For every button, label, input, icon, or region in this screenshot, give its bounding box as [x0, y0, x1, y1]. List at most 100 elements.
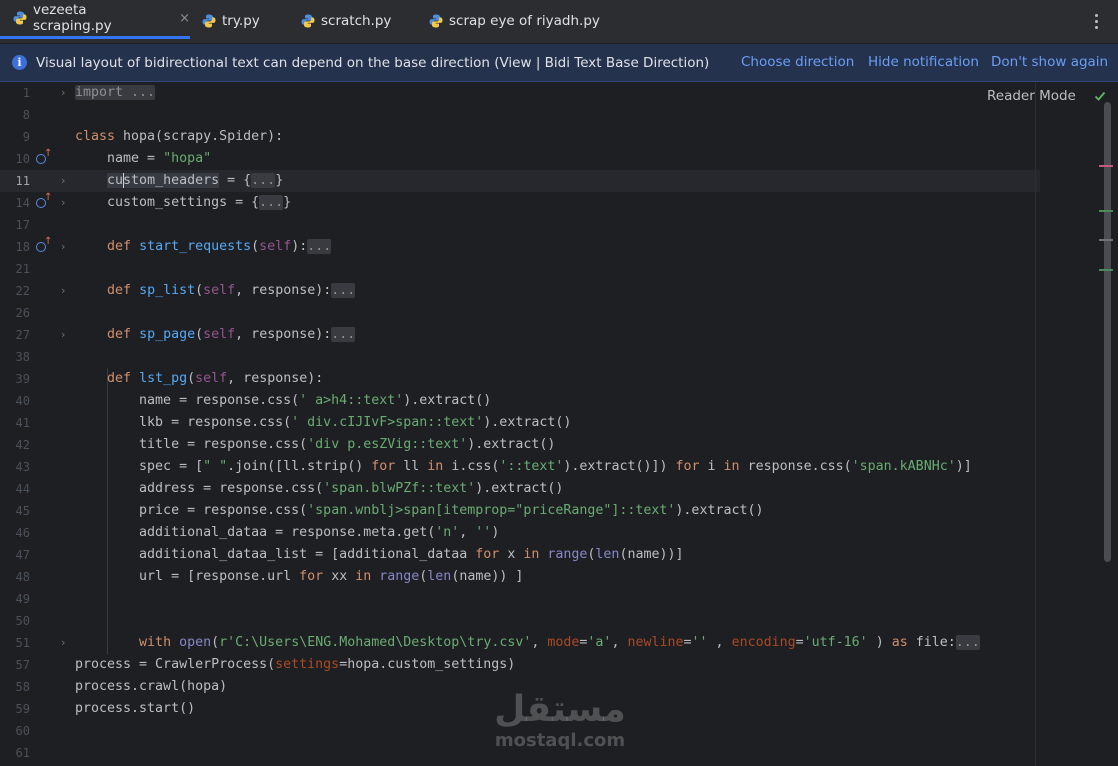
- line-number: 44: [15, 482, 30, 496]
- code-line: name = "hopa": [75, 151, 212, 166]
- folded-block[interactable]: ...: [955, 635, 980, 650]
- error-stripe-mark[interactable]: [1099, 239, 1113, 241]
- code-line: additional_dataa_list = [additional_data…: [75, 547, 684, 562]
- override-method-icon[interactable]: ↑: [35, 192, 52, 214]
- line-number: 51: [15, 636, 30, 650]
- code-line: def sp_page(self, response):...: [107, 327, 356, 342]
- code-editor[interactable]: 1 8 9 10 11 14 17 18 21 22 26 27 38 39 4…: [0, 82, 1118, 766]
- line-number: 43: [15, 460, 30, 474]
- line-number: 22: [15, 284, 30, 298]
- folded-block[interactable]: ...: [251, 173, 276, 188]
- line-number: 38: [15, 350, 30, 364]
- code-line: custom_settings = {...}: [75, 195, 292, 210]
- notification-message: Visual layout of bidirectional text can …: [36, 54, 710, 71]
- line-number: 49: [15, 592, 30, 606]
- folded-block[interactable]: ...: [331, 327, 356, 342]
- line-number: 48: [15, 570, 30, 584]
- line-number: 26: [15, 306, 30, 320]
- line-number: 46: [15, 526, 30, 540]
- code-line: import ...: [75, 82, 156, 104]
- python-file-icon: [429, 14, 443, 28]
- editor-tab-bar: vezeeta scraping.py × try.py scratch.py …: [0, 0, 1118, 44]
- fold-chevron-icon[interactable]: ›: [61, 280, 69, 302]
- code-line: process.crawl(hopa): [75, 679, 228, 694]
- line-number: 39: [15, 372, 30, 386]
- tab-label: scrap eye of riyadh.py: [449, 13, 600, 29]
- line-number: 27: [15, 328, 30, 342]
- code-line: class hopa(scrapy.Spider):: [75, 129, 284, 144]
- tab-try[interactable]: try.py: [202, 0, 260, 42]
- python-file-icon: [13, 11, 27, 25]
- no-problems-check-icon[interactable]: [1094, 90, 1106, 102]
- error-stripe-mark[interactable]: [1099, 210, 1113, 212]
- code-line: def sp_list(self, response):...: [107, 283, 356, 298]
- line-number: 21: [15, 262, 30, 276]
- folded-block[interactable]: ...: [307, 239, 332, 254]
- vertical-scrollbar[interactable]: [1104, 102, 1111, 562]
- line-number: 50: [15, 614, 30, 628]
- line-number: 59: [15, 702, 30, 716]
- line-number: 8: [22, 108, 30, 122]
- code-line: additional_dataa = response.meta.get('n'…: [75, 525, 500, 540]
- override-method-icon[interactable]: ↑: [35, 236, 52, 258]
- line-number: 57: [15, 658, 30, 672]
- folded-block[interactable]: ...: [259, 195, 284, 210]
- code-line: process = CrawlerProcess(settings=hopa.c…: [75, 657, 516, 672]
- fold-chevron-icon[interactable]: ›: [61, 170, 69, 192]
- code-line: process.start(): [75, 701, 196, 716]
- line-number: 41: [15, 416, 30, 430]
- line-number-gutter: 1 8 9 10 11 14 17 18 21 22 26 27 38 39 4…: [0, 82, 72, 766]
- line-number: 9: [22, 130, 30, 144]
- line-number: 40: [15, 394, 30, 408]
- tab-vezeeta-scraping[interactable]: vezeeta scraping.py ×: [0, 0, 190, 39]
- code-line: url = [response.url for xx in range(len(…: [75, 569, 524, 584]
- identifier-highlight: custom_headers: [107, 172, 220, 188]
- code-line: def lst_pg(self, response):: [107, 371, 324, 386]
- tab-label: try.py: [222, 13, 260, 29]
- tab-scratch[interactable]: scratch.py: [301, 0, 391, 42]
- right-margin-guide: [1035, 82, 1036, 766]
- line-number: 58: [15, 680, 30, 694]
- info-icon: i: [12, 55, 27, 70]
- reader-mode-toggle[interactable]: Reader Mode: [987, 88, 1076, 104]
- bidi-notification-banner: i Visual layout of bidirectional text ca…: [0, 44, 1118, 82]
- code-line: custom_headers = {...}: [107, 172, 284, 188]
- line-number: 17: [15, 218, 30, 232]
- error-stripe-mark[interactable]: [1099, 269, 1113, 271]
- fold-chevron-icon[interactable]: ›: [61, 632, 69, 654]
- python-file-icon: [301, 14, 315, 28]
- code-line: with open(r'C:\Users\ENG.Mohamed\Desktop…: [139, 635, 980, 650]
- line-number: 1: [22, 86, 30, 100]
- error-stripe-mark[interactable]: [1099, 165, 1113, 167]
- fold-chevron-icon[interactable]: ›: [61, 236, 69, 258]
- folded-import[interactable]: import ...: [75, 85, 156, 100]
- folded-block[interactable]: ...: [331, 283, 356, 298]
- line-number: 11: [15, 174, 30, 188]
- python-file-icon: [202, 14, 216, 28]
- tab-scrap-eye-of-riyadh[interactable]: scrap eye of riyadh.py: [429, 0, 600, 42]
- line-number: 45: [15, 504, 30, 518]
- code-line: title = response.css('div p.esZVig::text…: [75, 437, 556, 452]
- fold-chevron-icon[interactable]: ›: [61, 324, 69, 346]
- choose-direction-link[interactable]: Choose direction: [741, 54, 854, 70]
- line-number: 61: [15, 746, 30, 760]
- line-number: 42: [15, 438, 30, 452]
- more-options-icon[interactable]: [1088, 11, 1104, 31]
- dont-show-again-link[interactable]: Don't show again: [991, 54, 1108, 70]
- line-number: 14: [15, 196, 30, 210]
- line-number: 18: [15, 240, 30, 254]
- tab-label: scratch.py: [321, 13, 392, 29]
- fold-chevron-icon[interactable]: ›: [61, 192, 69, 214]
- hide-notification-link[interactable]: Hide notification: [868, 54, 979, 70]
- override-method-icon[interactable]: ↑: [35, 148, 52, 170]
- close-tab-icon[interactable]: ×: [179, 11, 190, 26]
- code-line: spec = [" ".join([ll.strip() for ll in i…: [75, 459, 972, 474]
- line-number: 47: [15, 548, 30, 562]
- fold-chevron-icon[interactable]: ›: [61, 82, 69, 104]
- line-number: 60: [15, 724, 30, 738]
- code-line: address = response.css('span.blwPZf::tex…: [75, 481, 564, 496]
- code-line: price = response.css('span.wnblj>span[it…: [75, 503, 764, 518]
- code-line: name = response.css(' a>h4::text').extra…: [75, 393, 492, 408]
- tab-label: vezeeta scraping.py: [33, 2, 112, 34]
- code-line: def start_requests(self):...: [107, 239, 332, 254]
